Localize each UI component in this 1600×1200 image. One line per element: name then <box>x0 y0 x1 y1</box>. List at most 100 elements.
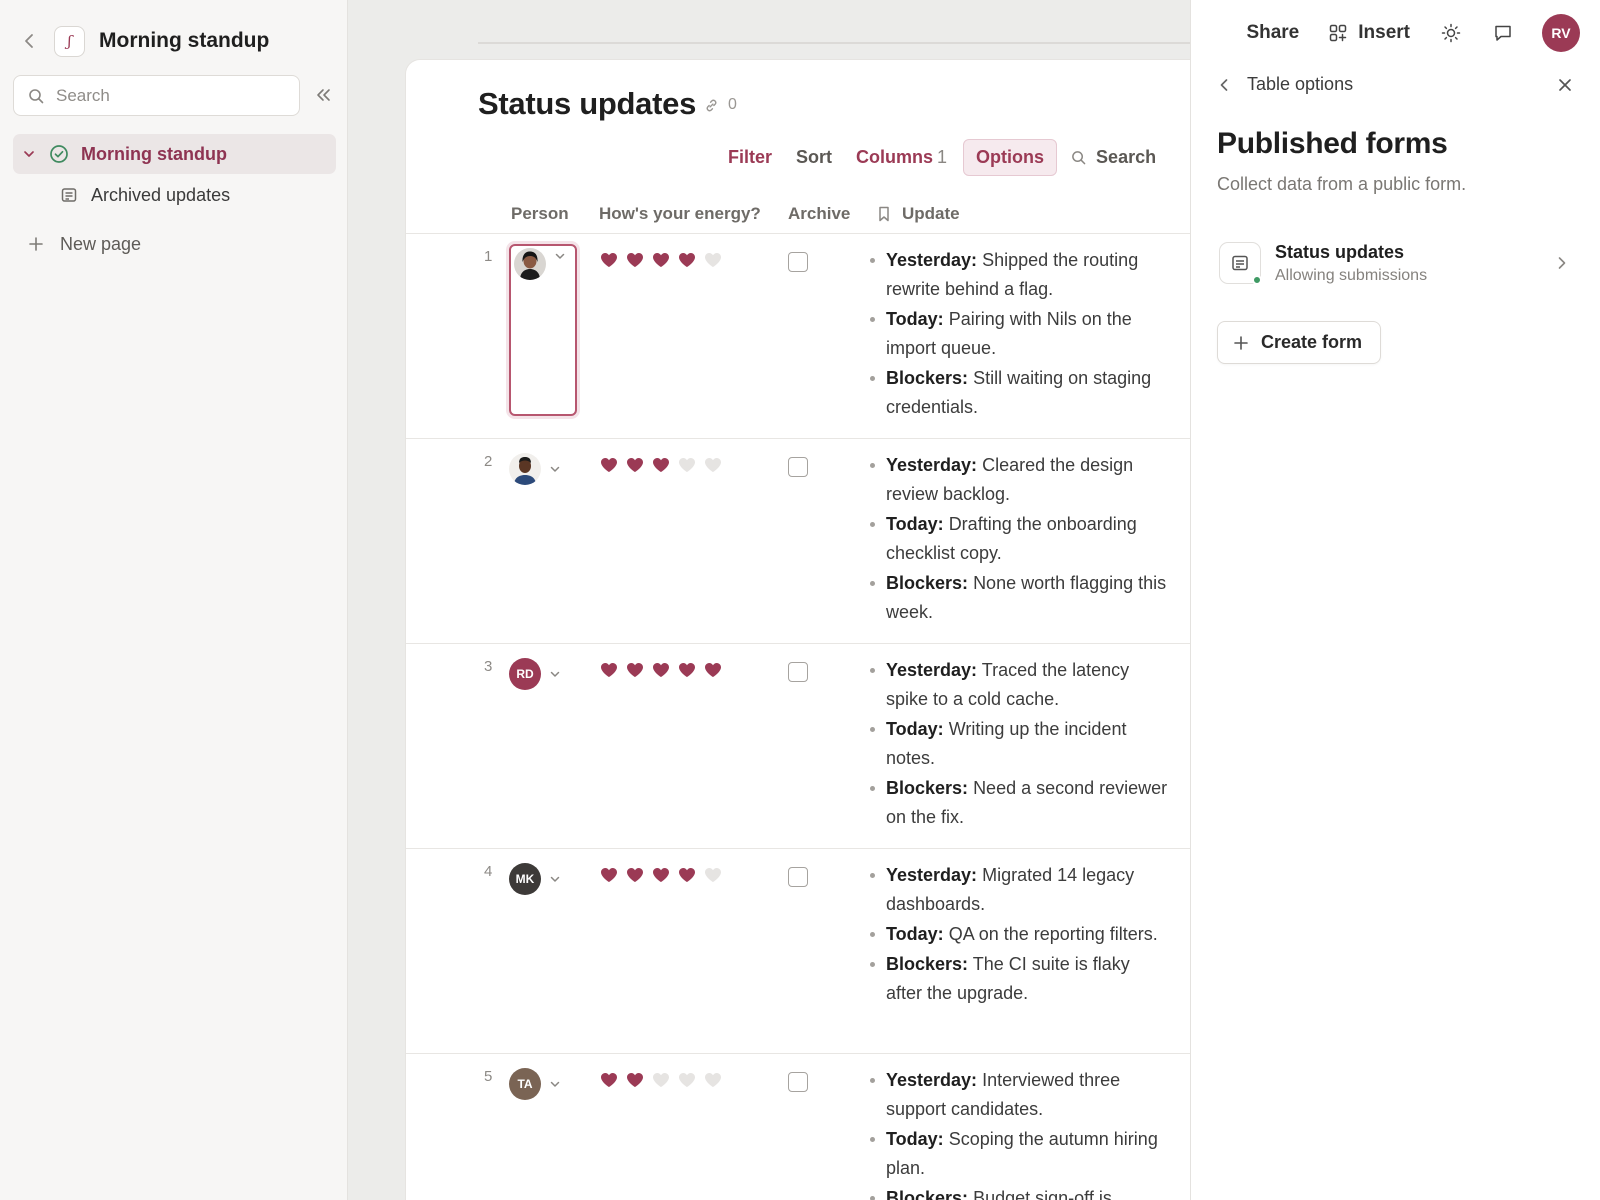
sidebar-search[interactable] <box>13 75 300 116</box>
table-page-icon <box>61 186 79 204</box>
person-cell[interactable] <box>509 453 561 485</box>
energy-rating[interactable] <box>600 457 730 473</box>
archive-checkbox[interactable] <box>788 457 808 477</box>
heart-icon[interactable] <box>704 252 722 268</box>
yesterday-label: Yesterday: <box>886 250 978 270</box>
heart-icon[interactable] <box>626 662 644 678</box>
heart-icon[interactable] <box>678 867 696 883</box>
create-form-button[interactable]: Create form <box>1217 321 1382 364</box>
table-row[interactable]: 1 Yesterday: Shipped the routing rewrite … <box>406 234 1192 439</box>
table-panel: Status updates 0 Filter Sort Columns 1 O… <box>406 60 1192 1200</box>
back-icon[interactable] <box>18 30 40 52</box>
update-cell[interactable]: Yesterday: Interviewed three support can… <box>868 1066 1168 1200</box>
column-header-update-label: Update <box>902 204 960 223</box>
heart-icon[interactable] <box>678 252 696 268</box>
heart-icon[interactable] <box>652 867 670 883</box>
published-form-item[interactable]: Status updates Allowing submissions <box>1219 238 1571 288</box>
person-cell[interactable]: TA <box>509 1068 561 1100</box>
sort-button[interactable]: Sort <box>784 139 844 176</box>
search-input[interactable] <box>56 85 276 106</box>
heart-icon[interactable] <box>652 252 670 268</box>
chevron-down-icon[interactable] <box>23 147 37 161</box>
update-cell[interactable]: Yesterday: Cleared the design review bac… <box>868 451 1168 628</box>
heart-icon[interactable] <box>600 252 618 268</box>
today-text: QA on the reporting filters. <box>948 924 1158 944</box>
share-button[interactable]: Share <box>1246 22 1299 44</box>
collapse-sidebar-icon[interactable] <box>312 84 334 106</box>
chevron-down-icon[interactable] <box>549 1078 561 1090</box>
new-page-button[interactable]: New page <box>28 230 141 258</box>
heart-icon[interactable] <box>626 1072 644 1088</box>
update-cell[interactable]: Yesterday: Migrated 14 legacy dashboards… <box>868 861 1168 1009</box>
top-bar: Share Insert RV <box>1216 14 1580 52</box>
columns-button[interactable]: Columns 1 <box>844 139 959 176</box>
table-search-button[interactable]: Search <box>1071 147 1156 168</box>
table-row[interactable]: 5 TA Yesterday: Interviewed three support … <box>406 1054 1192 1200</box>
back-icon[interactable] <box>1219 77 1235 93</box>
chevron-down-icon[interactable] <box>549 463 561 475</box>
update-cell[interactable]: Yesterday: Traced the latency spike to a… <box>868 656 1168 833</box>
chevron-down-icon[interactable] <box>554 250 566 262</box>
column-header-update[interactable]: Update <box>878 204 960 224</box>
panel-nav-label[interactable]: Table options <box>1247 74 1353 95</box>
archive-checkbox[interactable] <box>788 252 808 272</box>
energy-rating[interactable] <box>600 1072 730 1088</box>
backlinks-count[interactable]: 0 <box>704 96 737 114</box>
heart-icon[interactable] <box>600 1072 618 1088</box>
status-dot <box>1252 275 1262 285</box>
heart-icon[interactable] <box>678 457 696 473</box>
heart-icon[interactable] <box>704 457 722 473</box>
energy-rating[interactable] <box>600 867 730 883</box>
heart-icon[interactable] <box>652 457 670 473</box>
sidebar-item-archived-updates[interactable]: Archived updates <box>61 181 230 209</box>
energy-rating[interactable] <box>600 252 730 268</box>
workspace-logo-icon[interactable]: ʃ <box>54 25 85 57</box>
options-button[interactable]: Options <box>963 138 1058 176</box>
update-yesterday: Yesterday: Traced the latency spike to a… <box>868 656 1168 714</box>
heart-icon[interactable] <box>704 662 722 678</box>
column-header-energy[interactable]: How's your energy? <box>599 204 761 224</box>
archive-checkbox[interactable] <box>788 867 808 887</box>
heart-icon[interactable] <box>626 867 644 883</box>
heart-icon[interactable] <box>652 662 670 678</box>
blockers-label: Blockers: <box>886 368 969 388</box>
chevron-down-icon[interactable] <box>549 668 561 680</box>
column-header-archive[interactable]: Archive <box>788 204 850 224</box>
heart-icon[interactable] <box>600 867 618 883</box>
filter-button[interactable]: Filter <box>716 139 784 176</box>
column-header-person[interactable]: Person <box>511 204 569 224</box>
heart-icon[interactable] <box>626 252 644 268</box>
link-icon <box>704 97 720 113</box>
search-icon <box>1071 149 1087 165</box>
comments-icon[interactable] <box>1492 22 1514 44</box>
table-row[interactable]: 3 RD Yesterday: Traced the latency spike t… <box>406 644 1192 849</box>
heart-icon[interactable] <box>626 457 644 473</box>
person-avatar <box>514 248 546 280</box>
close-icon[interactable] <box>1558 77 1574 93</box>
heart-icon[interactable] <box>652 1072 670 1088</box>
person-cell[interactable]: MK <box>509 863 561 895</box>
plus-icon <box>1234 335 1249 350</box>
update-yesterday: Yesterday: Cleared the design review bac… <box>868 451 1168 509</box>
heart-icon[interactable] <box>704 867 722 883</box>
table-row[interactable]: 2 Yesterday: Cleared the design review ba… <box>406 439 1192 644</box>
heart-icon[interactable] <box>704 1072 722 1088</box>
heart-icon[interactable] <box>678 662 696 678</box>
energy-rating[interactable] <box>600 662 730 678</box>
person-avatar: MK <box>509 863 541 895</box>
table-row[interactable]: 4 MK Yesterday: Migrated 14 legacy dashboa… <box>406 849 1192 1054</box>
archive-checkbox[interactable] <box>788 662 808 682</box>
person-cell[interactable]: RD <box>509 658 561 690</box>
person-cell[interactable] <box>509 244 577 416</box>
chevron-down-icon[interactable] <box>549 873 561 885</box>
theme-sun-icon[interactable] <box>1440 22 1462 44</box>
heart-icon[interactable] <box>600 662 618 678</box>
update-cell[interactable]: Yesterday: Shipped the routing rewrite b… <box>868 246 1168 423</box>
update-today: Today: Pairing with Nils on the import q… <box>868 305 1168 363</box>
sidebar-item-morning-standup[interactable]: Morning standup <box>13 134 336 174</box>
archive-checkbox[interactable] <box>788 1072 808 1092</box>
heart-icon[interactable] <box>678 1072 696 1088</box>
user-avatar[interactable]: RV <box>1542 14 1580 52</box>
insert-button[interactable]: Insert <box>1329 22 1410 44</box>
heart-icon[interactable] <box>600 457 618 473</box>
